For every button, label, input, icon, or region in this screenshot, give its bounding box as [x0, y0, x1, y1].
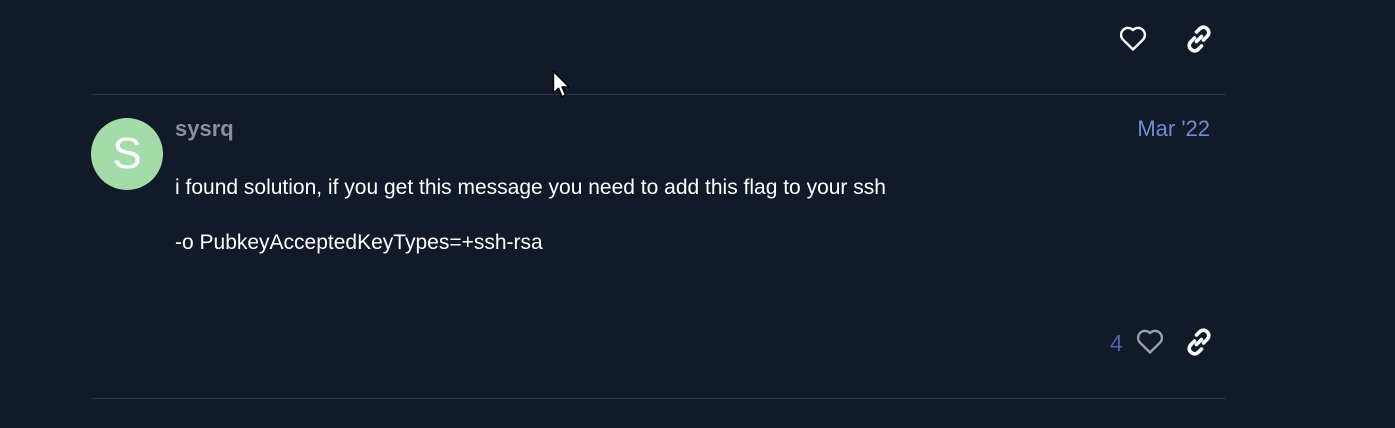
like-count[interactable]: 4	[1110, 330, 1123, 357]
share-button[interactable]	[1179, 323, 1219, 361]
previous-post-like-button[interactable]	[1113, 20, 1153, 58]
avatar-letter: S	[112, 129, 142, 178]
topic-page: S sysrq Mar '22 i found solution, if you…	[0, 0, 1395, 428]
post-body: i found solution, if you get this messag…	[175, 174, 1215, 284]
like-button[interactable]	[1130, 323, 1170, 361]
heart-icon	[1119, 26, 1147, 51]
post-paragraph-1: i found solution, if you get this messag…	[175, 176, 886, 199]
previous-post-share-button[interactable]	[1179, 20, 1219, 58]
post-divider-top	[91, 94, 1226, 95]
post-username[interactable]: sysrq	[175, 116, 234, 142]
heart-icon	[1136, 329, 1164, 354]
post-paragraph-2: -o PubkeyAcceptedKeyTypes=+ssh-rsa	[175, 231, 543, 254]
post-divider-bottom	[91, 398, 1226, 399]
link-icon	[1187, 328, 1211, 356]
link-icon	[1187, 25, 1211, 53]
post-date-link[interactable]: Mar '22	[1137, 116, 1210, 142]
avatar[interactable]: S	[91, 118, 163, 190]
mouse-cursor-icon	[552, 70, 570, 98]
previous-post-actions	[1110, 20, 1226, 58]
post-actions: 4	[1100, 322, 1226, 362]
